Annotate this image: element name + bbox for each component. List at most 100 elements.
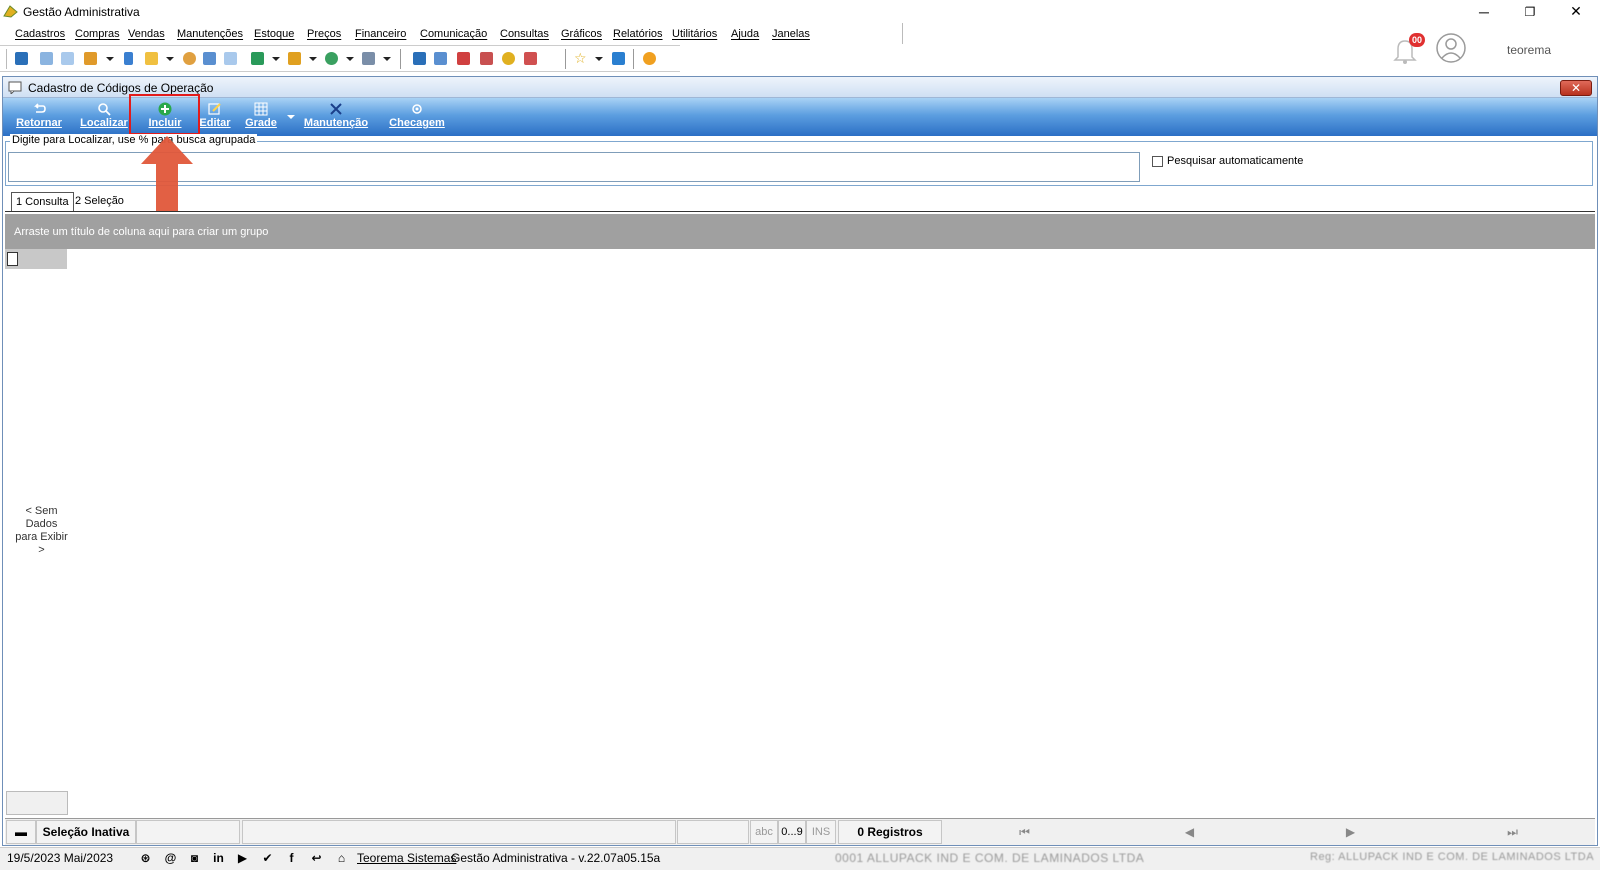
dropdown-arrow-icon[interactable] <box>166 57 174 61</box>
list-icon[interactable] <box>84 52 97 65</box>
localizar-button[interactable]: Localizar <box>78 100 130 134</box>
ins-indicator: INS <box>806 820 836 844</box>
money-icon[interactable] <box>325 52 338 65</box>
record-count: 0 Registros <box>838 820 942 844</box>
registered-to: Reg: ALLUPACK IND E COM. DE LAMINADOS LT… <box>1310 851 1595 863</box>
calendar-icon[interactable] <box>15 52 28 65</box>
menu-janelas[interactable]: Janelas <box>772 28 810 40</box>
window-titlebar: Cadastro de Códigos de Operação ✕ <box>3 77 1597 98</box>
status-panel-wide <box>242 820 676 844</box>
tab-selecao[interactable]: 2 Seleção <box>71 192 128 212</box>
menu-utilitarios[interactable]: Utilitários <box>672 28 717 40</box>
grade-label: Grade <box>245 117 277 129</box>
menu-vendas[interactable]: Vendas <box>128 28 165 40</box>
menu-cadastros[interactable]: Cadastros <box>15 28 65 40</box>
edit-icon <box>208 102 222 116</box>
menu-comunicacao[interactable]: Comunicação <box>420 28 487 40</box>
tab-consulta[interactable]: 1 Consulta <box>11 192 74 212</box>
nav-prev-button[interactable]: ◀ <box>1107 820 1272 844</box>
toolbar-grip <box>6 49 7 69</box>
dropdown-arrow-icon[interactable] <box>309 57 317 61</box>
window-close-button[interactable]: ✕ <box>1560 80 1592 96</box>
user-area: 00 teorema <box>1390 27 1600 72</box>
graduation-cap-icon[interactable]: ⌂ <box>333 851 350 866</box>
export-icon[interactable] <box>612 52 625 65</box>
avatar-icon[interactable] <box>1435 32 1467 64</box>
chart-icon[interactable] <box>524 52 537 65</box>
dropdown-arrow-icon[interactable] <box>106 57 114 61</box>
twitter-icon[interactable]: ✔ <box>259 851 276 866</box>
menu-consultas[interactable]: Consultas <box>500 28 549 40</box>
star-icon[interactable]: ☆ <box>574 51 587 65</box>
dropdown-arrow-icon[interactable] <box>383 57 391 61</box>
minimize-button[interactable]: ─ <box>1461 0 1507 23</box>
nav-last-button[interactable]: ⏭ <box>1430 820 1595 844</box>
retornar-button[interactable]: Retornar <box>11 100 67 134</box>
dropdown-arrow-icon[interactable] <box>272 57 280 61</box>
agenda-icon[interactable] <box>480 52 493 65</box>
grid-icon <box>254 102 268 116</box>
facebook-icon[interactable]: f <box>283 851 300 866</box>
dropdown-arrow-icon[interactable] <box>346 57 354 61</box>
folder-icon[interactable] <box>145 52 158 65</box>
nav-next-button[interactable]: ▶ <box>1268 820 1433 844</box>
grade-dropdown-arrow-icon[interactable] <box>287 115 295 119</box>
linkedin-icon[interactable]: in <box>210 851 227 866</box>
instagram-icon[interactable]: ◙ <box>186 851 203 866</box>
menu-estoque[interactable]: Estoque <box>254 28 294 40</box>
menu-compras[interactable]: Compras <box>75 28 120 40</box>
close-app-button[interactable]: ✕ <box>1553 0 1599 23</box>
column-chooser-icon[interactable] <box>7 252 18 266</box>
keyboard-icon: ▬ <box>6 820 36 844</box>
digits-indicator: 0...9 <box>778 820 806 844</box>
menu-ajuda[interactable]: Ajuda <box>731 28 759 40</box>
power-icon[interactable] <box>643 52 656 65</box>
mdi-window: Cadastro de Códigos de Operação ✕ Retorn… <box>2 76 1598 846</box>
nav-first-button[interactable]: ⏮ <box>942 820 1107 844</box>
auto-search-checkbox[interactable] <box>1152 156 1163 167</box>
grade-button[interactable]: Grade <box>241 100 281 134</box>
calendar-day-icon[interactable] <box>457 52 470 65</box>
teorema-link[interactable]: Teorema Sistemas <box>357 851 456 865</box>
toolbar-separator <box>400 49 401 69</box>
user-icon[interactable] <box>183 52 196 65</box>
tools-icon <box>329 102 343 116</box>
email-icon[interactable]: @ <box>162 851 179 866</box>
printer-icon[interactable] <box>362 52 375 65</box>
card-icon[interactable] <box>61 52 74 65</box>
manutencao-button[interactable]: Manutenção <box>301 100 371 134</box>
menu-financeiro[interactable]: Financeiro <box>355 28 406 40</box>
box-icon[interactable] <box>288 52 301 65</box>
menu-precos[interactable]: Preços <box>307 28 341 40</box>
tab-divider <box>5 211 1595 212</box>
support-icon[interactable]: ⊛ <box>137 851 154 866</box>
youtube-icon[interactable]: ▶ <box>234 851 251 866</box>
current-date: 19/5/2023 Mai/2023 <box>7 851 114 865</box>
status-panel-blank <box>677 820 749 844</box>
menu-relatorios[interactable]: Relatórios <box>613 28 663 40</box>
action-ribbon: Retornar Localizar Incluir Editar Grade … <box>3 98 1597 136</box>
chat-icon[interactable]: ↩ <box>308 851 325 866</box>
dropdown-arrow-icon[interactable] <box>595 57 603 61</box>
restore-button[interactable]: ❐ <box>1507 0 1553 23</box>
id-card-icon[interactable] <box>224 52 237 65</box>
menu-manutencoes[interactable]: Manutenções <box>177 28 243 40</box>
group-by-panel[interactable]: Arraste um título de coluna aqui para cr… <box>5 214 1595 249</box>
checagem-button[interactable]: Checagem <box>387 100 447 134</box>
menu-graficos[interactable]: Gráficos <box>561 28 602 40</box>
document-icon[interactable] <box>124 52 133 65</box>
calculator-icon[interactable] <box>434 52 447 65</box>
auto-search-label: Pesquisar automaticamente <box>1167 155 1304 167</box>
app-title: Gestão Administrativa <box>23 5 140 19</box>
editar-button[interactable]: Editar <box>195 100 235 134</box>
incluir-highlight-box <box>129 94 200 135</box>
manutencao-label: Manutenção <box>303 117 369 129</box>
chart-people-icon[interactable] <box>40 52 53 65</box>
cart-icon[interactable] <box>251 52 264 65</box>
coin-icon[interactable] <box>502 52 515 65</box>
bank-icon[interactable] <box>203 52 216 65</box>
report-icon[interactable] <box>413 52 426 65</box>
status-panel-empty <box>136 820 240 844</box>
search-legend: Digite para Localizar, use % para busca … <box>10 134 258 146</box>
toolbar-separator <box>633 49 634 69</box>
